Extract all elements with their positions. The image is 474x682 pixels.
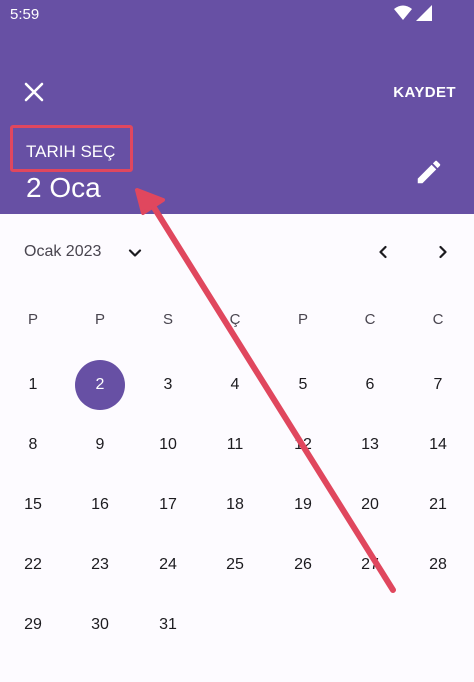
- weekday-label: S: [162, 311, 173, 328]
- calendar-day[interactable]: 10: [143, 420, 193, 470]
- weekday-label: Ç: [229, 311, 241, 328]
- dialog-header: 5:59 KAYDET TARIH SEÇ 2 Oca: [0, 0, 474, 214]
- calendar-day[interactable]: 21: [413, 480, 463, 530]
- month-year-dropdown-button[interactable]: [123, 241, 147, 265]
- calendar-day[interactable]: 7: [413, 360, 463, 410]
- calendar-day[interactable]: 17: [143, 480, 193, 530]
- signal-icon: [416, 5, 432, 21]
- status-icons: [394, 5, 432, 21]
- month-year-label[interactable]: Ocak 2023: [24, 243, 101, 261]
- calendar-day[interactable]: 28: [413, 540, 463, 590]
- edit-pencil-icon: [417, 160, 441, 184]
- weekday-label: P: [297, 311, 308, 328]
- chevron-right-icon: [439, 245, 447, 259]
- weekday-label: C: [432, 311, 444, 328]
- calendar-day[interactable]: 18: [210, 480, 260, 530]
- calendar-day[interactable]: 15: [8, 480, 58, 530]
- edit-input-mode-button[interactable]: [414, 157, 444, 187]
- calendar-day[interactable]: 16: [75, 480, 125, 530]
- calendar-day[interactable]: 1: [8, 360, 58, 410]
- calendar-day[interactable]: 13: [345, 420, 395, 470]
- calendar-day[interactable]: 24: [143, 540, 193, 590]
- chevron-down-icon: [128, 249, 142, 257]
- calendar-day[interactable]: 9: [75, 420, 125, 470]
- calendar-day[interactable]: 4: [210, 360, 260, 410]
- calendar-day[interactable]: 31: [143, 600, 193, 650]
- next-month-button[interactable]: [431, 240, 455, 264]
- previous-month-button[interactable]: [371, 240, 395, 264]
- calendar-day[interactable]: 30: [75, 600, 125, 650]
- close-icon: [24, 82, 44, 102]
- weekday-label: P: [27, 311, 38, 328]
- calendar-day[interactable]: 25: [210, 540, 260, 590]
- calendar-day[interactable]: 3: [143, 360, 193, 410]
- calendar-day[interactable]: 22: [8, 540, 58, 590]
- close-button[interactable]: [20, 78, 48, 106]
- calendar-day[interactable]: 27: [345, 540, 395, 590]
- calendar-day[interactable]: 26: [278, 540, 328, 590]
- calendar-day[interactable]: 11: [210, 420, 260, 470]
- weekday-label: P: [94, 311, 105, 328]
- save-button[interactable]: KAYDET: [393, 84, 456, 101]
- calendar-day[interactable]: 14: [413, 420, 463, 470]
- status-time: 5:59: [10, 6, 40, 23]
- annotation-highlight-box: [10, 125, 133, 172]
- calendar-day[interactable]: 5: [278, 360, 328, 410]
- calendar-day[interactable]: 19: [278, 480, 328, 530]
- weekday-label: C: [364, 311, 376, 328]
- calendar-day[interactable]: 29: [8, 600, 58, 650]
- calendar-day[interactable]: 12: [278, 420, 328, 470]
- calendar-day[interactable]: 8: [8, 420, 58, 470]
- selected-date-text: 2 Oca: [26, 172, 101, 203]
- calendar-day[interactable]: 6: [345, 360, 395, 410]
- calendar-day[interactable]: 23: [75, 540, 125, 590]
- calendar-day-selected[interactable]: 2: [75, 360, 125, 410]
- wifi-icon: [394, 5, 412, 20]
- calendar-day[interactable]: 20: [345, 480, 395, 530]
- chevron-left-icon: [379, 245, 387, 259]
